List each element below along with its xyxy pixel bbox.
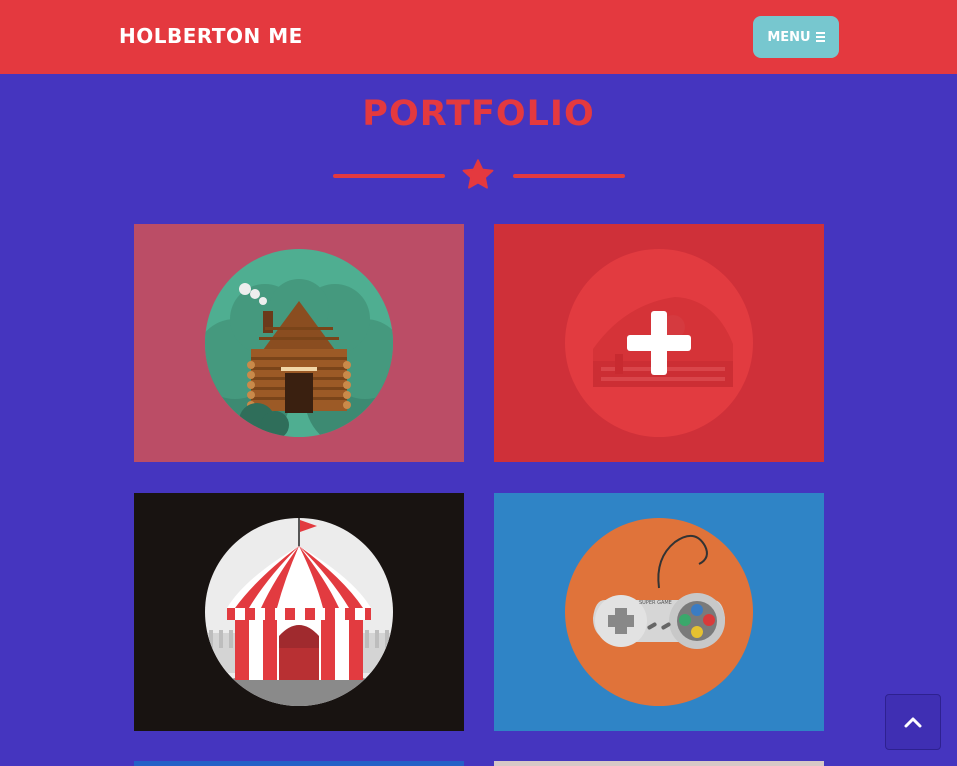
portfolio-item-cake[interactable] (494, 224, 824, 462)
circus-tent-illustration (205, 518, 393, 706)
portfolio-item-game-controller[interactable]: SUPER GAME (494, 493, 824, 731)
star-icon (462, 159, 494, 189)
portfolio-item-log-cabin[interactable] (134, 224, 464, 462)
log-cabin-illustration (205, 249, 393, 437)
controller-label: SUPER GAME (639, 600, 672, 606)
portfolio-item-next-left[interactable] (134, 761, 464, 766)
bars-icon (815, 32, 825, 42)
chevron-up-icon (904, 717, 922, 728)
menu-button[interactable]: MENU (753, 16, 839, 58)
scroll-to-top-button[interactable] (885, 694, 941, 750)
navbar: HOLBERTON ME MENU (0, 0, 957, 74)
brand-logo[interactable]: HOLBERTON ME (119, 24, 303, 48)
portfolio-item-next-right[interactable] (494, 761, 824, 766)
section-title: PORTFOLIO (362, 94, 595, 134)
game-controller-illustration: SUPER GAME (565, 518, 753, 706)
divider-line-left (333, 174, 445, 178)
divider-line-right (513, 174, 625, 178)
menu-button-label: MENU (767, 29, 811, 45)
portfolio-item-circus-tent[interactable] (134, 493, 464, 731)
plus-icon (627, 311, 691, 375)
